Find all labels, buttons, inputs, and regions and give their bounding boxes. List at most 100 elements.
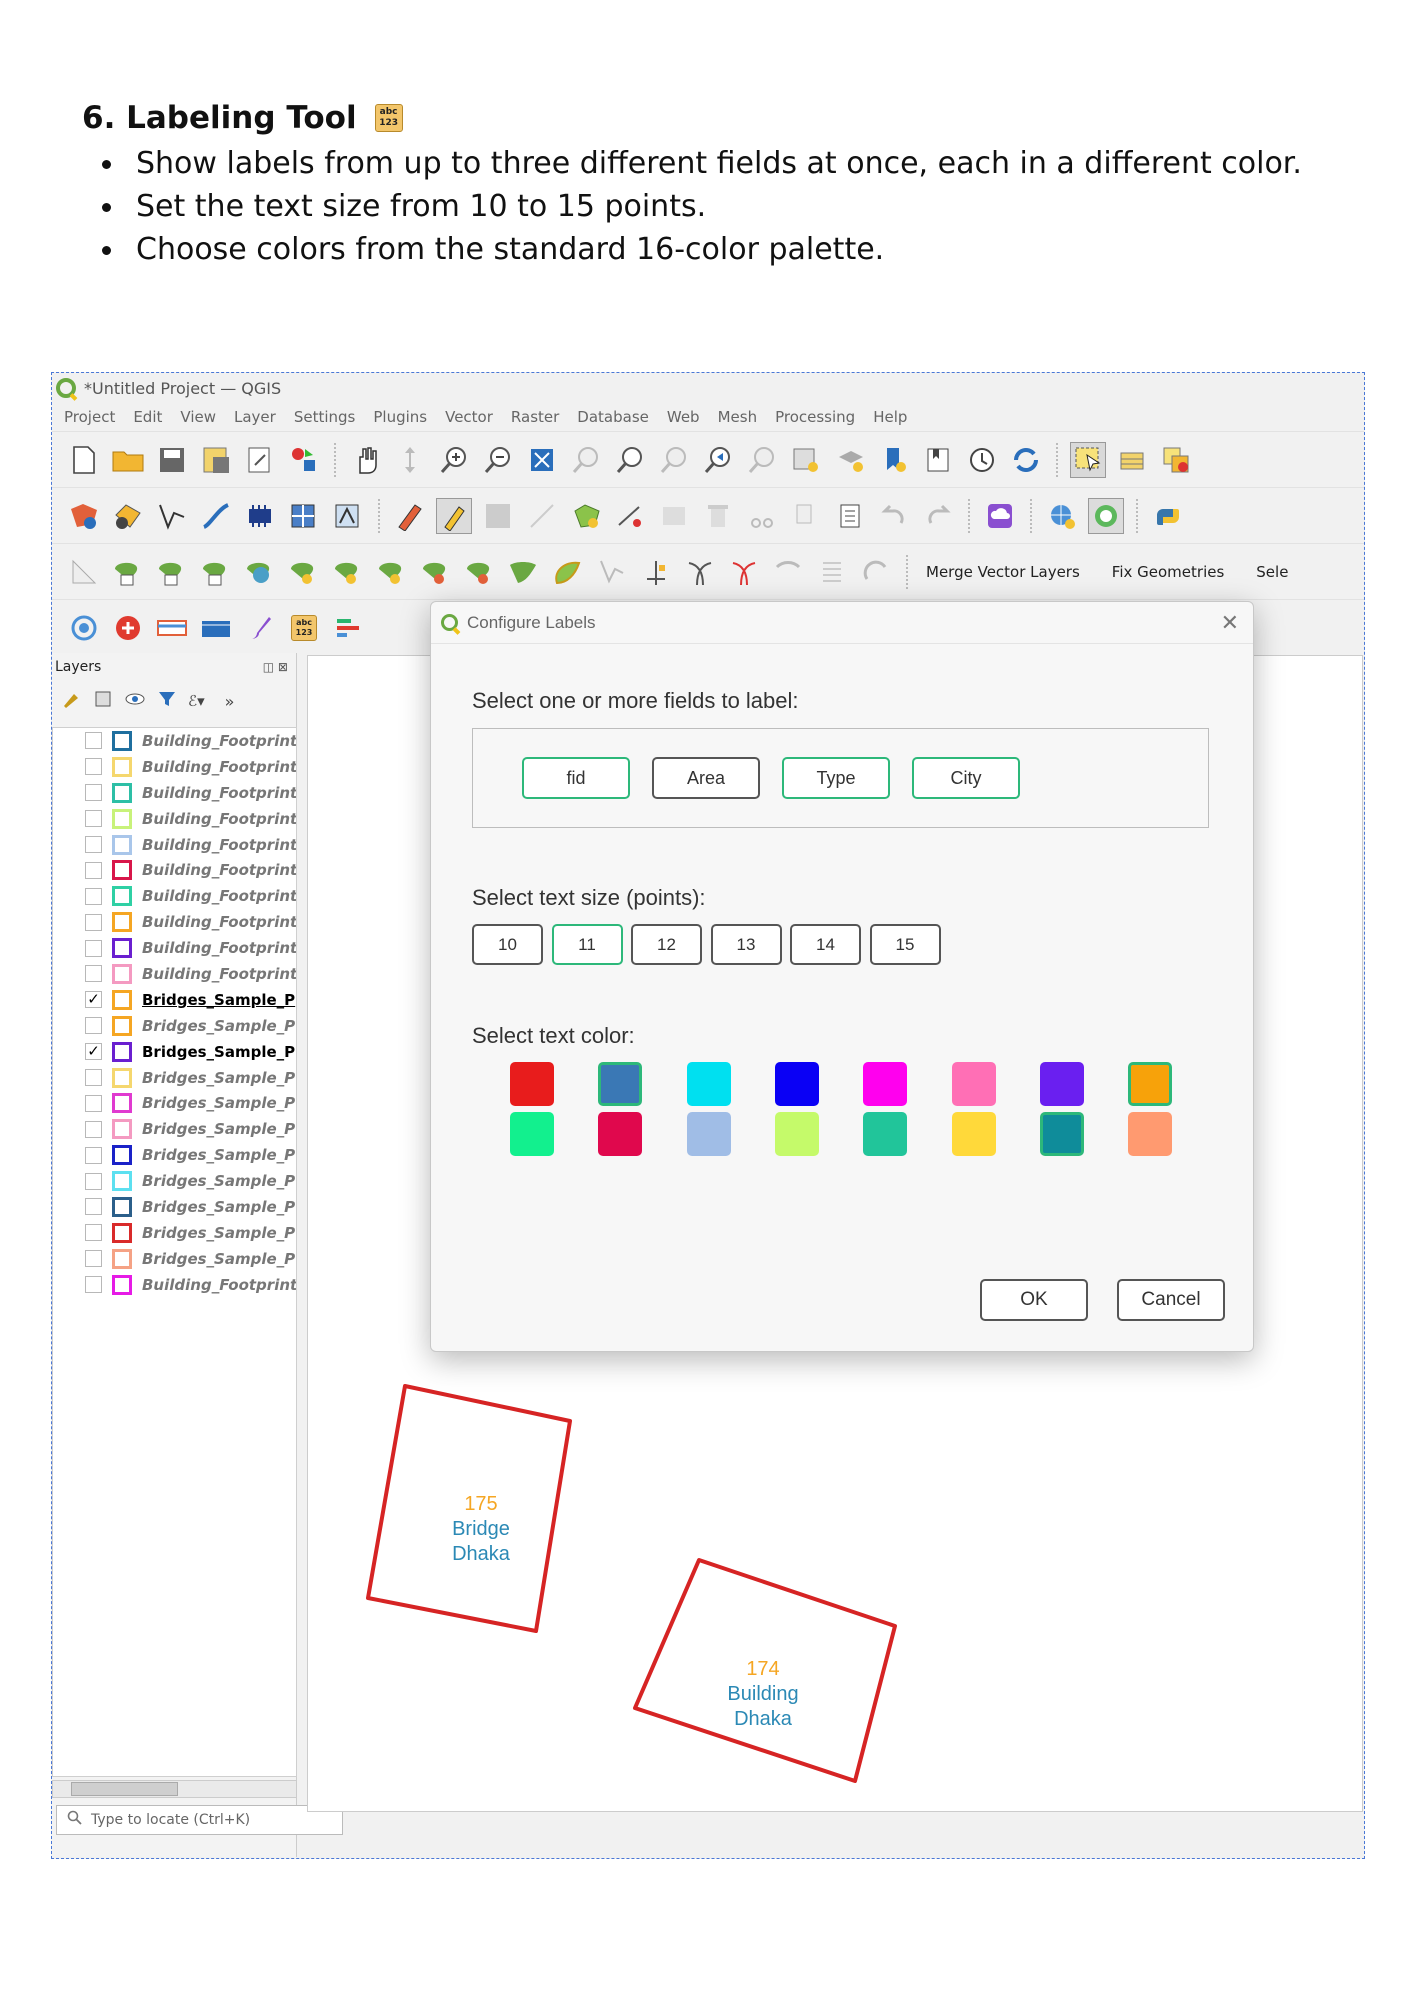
layer-row[interactable]: Building_Footprint xyxy=(53,961,296,987)
color-swatch[interactable] xyxy=(774,1112,819,1156)
layer-row[interactable]: Building_Footprint xyxy=(53,728,296,754)
style-manager-icon[interactable] xyxy=(286,442,322,478)
web-layer-icon[interactable] xyxy=(1044,498,1080,534)
layer-row[interactable]: Bridges_Sample_P xyxy=(53,1090,296,1116)
layer-visibility-checkbox[interactable] xyxy=(85,758,102,776)
layer-row[interactable]: Bridges_Sample_P xyxy=(53,1220,296,1246)
pan-hand-icon[interactable] xyxy=(348,442,384,478)
add-feature-icon[interactable] xyxy=(110,610,146,646)
layer-row[interactable]: Bridges_Sample_P xyxy=(53,1246,296,1272)
field-toggle-area[interactable]: Area xyxy=(652,757,760,799)
layer-visibility-checkbox[interactable] xyxy=(85,1224,102,1242)
layer-row[interactable]: Bridges_Sample_P xyxy=(53,1168,296,1194)
layer-row[interactable]: Bridges_Sample_P xyxy=(53,1194,296,1220)
layer-visibility-checkbox[interactable] xyxy=(85,1069,102,1087)
temporal-controller-icon[interactable] xyxy=(964,442,1000,478)
scrollbar-thumb[interactable] xyxy=(71,1782,178,1796)
color-swatch[interactable] xyxy=(951,1062,996,1106)
zoom-out-icon[interactable] xyxy=(480,442,516,478)
layer-visibility-checkbox[interactable] xyxy=(85,1276,102,1294)
print-layout-icon[interactable] xyxy=(242,442,278,478)
layer-visibility-checkbox[interactable]: ✓ xyxy=(85,1043,102,1061)
locator-search-input[interactable]: Type to locate (Ctrl+K) xyxy=(56,1805,343,1835)
draw-line-icon[interactable] xyxy=(198,498,234,534)
size-option-15[interactable]: 15 xyxy=(869,924,941,965)
menu-item-settings[interactable]: Settings xyxy=(294,408,356,426)
merge-selected-icon[interactable] xyxy=(770,554,806,590)
color-swatch[interactable] xyxy=(510,1062,554,1106)
vector-union-icon[interactable] xyxy=(286,554,322,590)
label-tool-icon[interactable]: abc 123 xyxy=(286,610,322,646)
zoom-next-icon[interactable] xyxy=(744,442,780,478)
layer-row[interactable]: Building_Footprint xyxy=(53,780,296,806)
layer-visibility-checkbox[interactable] xyxy=(85,1094,102,1112)
merge-attributes-icon[interactable] xyxy=(814,554,850,590)
gps-icon[interactable] xyxy=(66,610,102,646)
vector-geo-icon[interactable] xyxy=(110,554,146,590)
add-polygon-icon[interactable] xyxy=(568,498,604,534)
layer-row[interactable]: Building_Footprint xyxy=(53,806,296,832)
deselect-icon[interactable] xyxy=(1158,442,1194,478)
layout-icon[interactable] xyxy=(198,610,234,646)
table-icon[interactable] xyxy=(154,610,190,646)
vector-buffer-icon[interactable] xyxy=(154,554,190,590)
merge-vector-layers-button[interactable]: Merge Vector Layers xyxy=(926,563,1080,581)
vector-node-icon[interactable] xyxy=(594,554,630,590)
toggle-editing-icon[interactable] xyxy=(436,497,472,534)
measure-icon[interactable] xyxy=(66,554,102,590)
layers-horizontal-scrollbar[interactable] xyxy=(52,1780,297,1798)
style-brush-icon[interactable] xyxy=(60,688,82,714)
menu-item-vector[interactable]: Vector xyxy=(445,408,493,426)
fix-geometries-button[interactable]: Fix Geometries xyxy=(1112,563,1224,581)
save-as-icon[interactable] xyxy=(198,442,234,478)
layer-visibility-checkbox[interactable]: ✓ xyxy=(85,991,102,1009)
color-swatch[interactable] xyxy=(1039,1062,1084,1106)
layer-visibility-checkbox[interactable] xyxy=(85,887,102,905)
layer-visibility-checkbox[interactable] xyxy=(85,965,102,983)
field-toggle-city[interactable]: City xyxy=(912,757,1020,799)
color-swatch[interactable] xyxy=(598,1062,643,1106)
grid-icon[interactable] xyxy=(286,498,322,534)
menu-item-web[interactable]: Web xyxy=(667,408,700,426)
vector-difference-icon[interactable] xyxy=(374,554,410,590)
color-swatch[interactable] xyxy=(510,1112,554,1156)
select-features-icon[interactable] xyxy=(1070,441,1106,478)
menu-item-database[interactable]: Database xyxy=(577,408,649,426)
add-group-icon[interactable] xyxy=(92,688,114,714)
attribute-table-icon[interactable] xyxy=(1114,442,1150,478)
current-edits-icon[interactable] xyxy=(392,498,428,534)
split-features-icon[interactable] xyxy=(682,554,718,590)
vector-align-icon[interactable] xyxy=(638,554,674,590)
layer-visibility-checkbox[interactable] xyxy=(85,784,102,802)
layer-row[interactable]: Building_Footprint xyxy=(53,857,296,883)
layer-row[interactable]: ✓ Bridges_Sample_P xyxy=(53,1039,296,1065)
add-vector-layer-icon[interactable] xyxy=(110,498,146,534)
undo-icon[interactable] xyxy=(876,498,912,534)
new-map-view-icon[interactable] xyxy=(788,442,824,478)
zoom-full-icon[interactable] xyxy=(524,442,560,478)
color-swatch[interactable] xyxy=(951,1112,996,1156)
refresh-icon[interactable] xyxy=(1008,442,1044,478)
color-swatch[interactable] xyxy=(863,1112,908,1156)
layer-row[interactable]: Building_Footprint xyxy=(53,883,296,909)
rotate-point-icon[interactable] xyxy=(858,554,894,590)
color-swatch[interactable] xyxy=(863,1062,908,1106)
color-swatch[interactable] xyxy=(598,1112,643,1156)
layer-row[interactable]: Building_Footprint xyxy=(53,832,296,858)
modify-attributes-icon[interactable] xyxy=(656,498,692,534)
zoom-layer-icon[interactable] xyxy=(612,442,648,478)
layer-row[interactable]: Bridges_Sample_P xyxy=(53,1065,296,1091)
menu-item-project[interactable]: Project xyxy=(64,408,115,426)
zoom-selection-icon[interactable] xyxy=(568,442,604,478)
cloud-icon[interactable] xyxy=(982,498,1018,534)
save-edits-icon[interactable] xyxy=(480,498,516,534)
delete-selected-icon[interactable] xyxy=(700,498,736,534)
layer-row[interactable]: ✓ Bridges_Sample_P xyxy=(53,987,296,1013)
color-swatch[interactable] xyxy=(1128,1112,1173,1156)
vector-erase-icon[interactable] xyxy=(418,554,454,590)
cancel-button[interactable]: Cancel xyxy=(1117,1279,1225,1321)
layer-row[interactable]: Bridges_Sample_P xyxy=(53,1142,296,1168)
layer-visibility-checkbox[interactable] xyxy=(85,1250,102,1268)
menu-item-view[interactable]: View xyxy=(180,408,216,426)
layer-visibility-checkbox[interactable] xyxy=(85,1120,102,1138)
